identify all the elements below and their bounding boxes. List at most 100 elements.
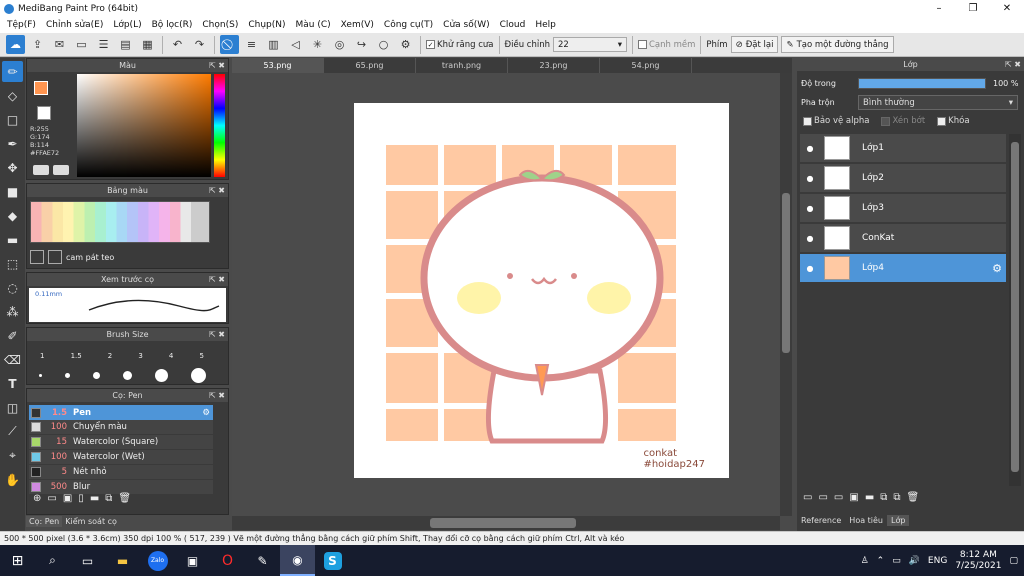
new-palette-icon[interactable] bbox=[30, 250, 44, 264]
move-tool-icon[interactable]: ✥ bbox=[2, 157, 23, 178]
menu-file[interactable]: Tệp(F) bbox=[2, 20, 41, 30]
vertical-scrollbar[interactable] bbox=[780, 73, 792, 516]
file-tab[interactable]: 65.png bbox=[324, 58, 416, 73]
clock-time[interactable]: 8:12 AM bbox=[955, 550, 1001, 561]
reference-tab[interactable]: Reference bbox=[797, 515, 845, 526]
size-option[interactable]: 4 bbox=[169, 352, 173, 360]
merge-layer-icon[interactable]: ⧉ bbox=[880, 492, 887, 503]
magic-wand-tool-icon[interactable]: ⁂ bbox=[2, 301, 23, 322]
lock-checkbox[interactable]: Khóa bbox=[937, 116, 970, 126]
size-option[interactable]: 5 bbox=[199, 352, 203, 360]
duplicate-brush-icon[interactable]: ⧉ bbox=[105, 493, 112, 504]
menu-cloud[interactable]: Cloud bbox=[495, 20, 531, 30]
file-explorer-icon[interactable]: ▬ bbox=[105, 545, 140, 576]
windows-start-icon[interactable]: ⊞ bbox=[0, 545, 35, 576]
cloud-icon[interactable]: ☁ bbox=[6, 35, 25, 54]
brush-control-tab[interactable]: Kiểm soát cọ bbox=[62, 516, 120, 527]
snap-circle-icon[interactable]: ◎ bbox=[330, 35, 349, 54]
delete-palette-icon[interactable] bbox=[48, 250, 62, 264]
layer-row[interactable]: ● Lớp1 bbox=[800, 134, 1006, 163]
swatch-pick-button[interactable] bbox=[53, 165, 69, 175]
horizontal-scrollbar[interactable] bbox=[232, 516, 780, 530]
task-view-icon[interactable]: ▭ bbox=[70, 545, 105, 576]
navigator-tab[interactable]: Hoa tiêu bbox=[845, 515, 887, 526]
rectangle-tool-icon[interactable]: □ bbox=[2, 109, 23, 130]
notification-icon[interactable]: ▢ bbox=[1009, 556, 1018, 566]
panel-controls-icon[interactable]: ⇱ ✖ bbox=[209, 273, 225, 286]
new-layer-8bit-icon[interactable]: ▭ bbox=[818, 492, 827, 503]
menu-view[interactable]: Xem(V) bbox=[336, 20, 379, 30]
file-tab[interactable]: 53.png bbox=[232, 58, 324, 73]
divide-tool-icon[interactable]: ◫ bbox=[2, 397, 23, 418]
store-icon[interactable]: ▣ bbox=[175, 545, 210, 576]
brush-item[interactable]: 100 Watercolor (Wet) bbox=[29, 450, 213, 465]
visibility-icon[interactable]: ● bbox=[800, 204, 820, 213]
trash-icon[interactable]: 🗑 bbox=[907, 492, 920, 503]
blend-select[interactable]: Bình thường ▾ bbox=[858, 95, 1018, 110]
fill-shape-tool-icon[interactable]: ■ bbox=[2, 181, 23, 202]
primary-color-swatch[interactable] bbox=[34, 81, 48, 95]
opacity-slider[interactable] bbox=[858, 78, 986, 89]
clip-checkbox[interactable]: Xén bớt bbox=[881, 116, 925, 126]
size-dot[interactable] bbox=[64, 373, 70, 378]
menu-color[interactable]: Màu (C) bbox=[291, 20, 336, 30]
hand-tool-icon[interactable]: ✋ bbox=[2, 469, 23, 490]
panel-controls-icon[interactable]: ⇱ ✖ bbox=[209, 184, 225, 197]
clock-date[interactable]: 7/25/2021 bbox=[955, 561, 1001, 572]
bucket-tool-icon[interactable]: ◆ bbox=[2, 205, 23, 226]
gear-icon[interactable]: ⚙ bbox=[202, 408, 210, 418]
eraser-tool-icon[interactable]: ◇ bbox=[2, 85, 23, 106]
file-tab[interactable]: tranh.png bbox=[416, 58, 508, 73]
opera-icon[interactable]: O bbox=[210, 545, 245, 576]
file-tab[interactable]: 54.png bbox=[600, 58, 692, 73]
layers-tab[interactable]: Lớp bbox=[887, 515, 910, 526]
share-icon[interactable]: ⇪ bbox=[28, 35, 47, 54]
lasso-tool-icon[interactable]: ◌ bbox=[2, 277, 23, 298]
trash-icon[interactable]: 🗑 bbox=[118, 493, 131, 504]
select-pen-tool-icon[interactable]: ✐ bbox=[2, 325, 23, 346]
brush-tool-icon[interactable]: ✏ bbox=[2, 61, 23, 82]
panel-controls-icon[interactable]: ⇱ ✖ bbox=[209, 59, 225, 72]
canvas-area[interactable]: conkat #hoidap247 bbox=[232, 73, 792, 516]
menu-edit[interactable]: Chỉnh sửa(E) bbox=[41, 20, 108, 30]
skype-icon[interactable]: S bbox=[315, 545, 350, 576]
color-field[interactable] bbox=[77, 74, 211, 177]
redo-icon[interactable]: ↷ bbox=[190, 35, 209, 54]
new-layer-1bit-icon[interactable]: ▭ bbox=[834, 492, 843, 503]
paint-brush-app-icon[interactable]: ✎ bbox=[245, 545, 280, 576]
menu-help[interactable]: Help bbox=[530, 20, 561, 30]
swatch-add-button[interactable] bbox=[33, 165, 49, 175]
menu-filter[interactable]: Bộ lọc(R) bbox=[147, 20, 198, 30]
brush-tab[interactable]: Cọ: Pen bbox=[26, 516, 63, 527]
snap-ellipse-icon[interactable]: ○ bbox=[374, 35, 393, 54]
undo-icon[interactable]: ↶ bbox=[168, 35, 187, 54]
eyedropper-tool-icon[interactable]: ⟋ bbox=[2, 421, 23, 442]
menu-snap[interactable]: Chụp(N) bbox=[243, 20, 290, 30]
size-option[interactable]: 2 bbox=[108, 352, 112, 360]
size-dot[interactable] bbox=[122, 371, 132, 380]
new-line-button[interactable]: ✎ Tạo một đường thẳng bbox=[781, 36, 894, 53]
snap-off-icon[interactable]: ⃠ bbox=[220, 35, 239, 54]
folder-icon[interactable]: ▬ bbox=[865, 492, 874, 503]
maximize-button[interactable]: ❐ bbox=[956, 0, 990, 17]
people-icon[interactable]: ♙ bbox=[861, 556, 869, 566]
layer-row[interactable]: ● Lớp3 bbox=[800, 194, 1006, 223]
add-brush-icon[interactable]: ⊕ bbox=[33, 493, 41, 504]
pen-tool-icon[interactable]: ✒ bbox=[2, 133, 23, 154]
menu-select[interactable]: Chọn(S) bbox=[197, 20, 243, 30]
visibility-icon[interactable]: ● bbox=[800, 234, 820, 243]
size-dot[interactable] bbox=[38, 374, 42, 377]
layer-row[interactable]: ● ConKat bbox=[800, 224, 1006, 253]
brush-item[interactable]: 5 Nét nhỏ bbox=[29, 465, 213, 480]
brush-item-selected[interactable]: 1.5 Pen ⚙ bbox=[29, 405, 213, 420]
secondary-color-swatch[interactable] bbox=[37, 106, 51, 120]
size-option[interactable]: 3 bbox=[138, 352, 142, 360]
snap-perspective-icon[interactable]: ◁ bbox=[286, 35, 305, 54]
language-indicator[interactable]: ENG bbox=[928, 556, 947, 566]
page-icon[interactable]: ▭ bbox=[72, 35, 91, 54]
brush-menu-icon[interactable]: ▣ bbox=[63, 493, 72, 504]
menu-layer[interactable]: Lớp(L) bbox=[108, 20, 146, 30]
grid-icon[interactable]: ▦ bbox=[138, 35, 157, 54]
panel-controls-icon[interactable]: ⇱ ✖ bbox=[1005, 58, 1021, 71]
snap-grid-icon[interactable]: ▥ bbox=[264, 35, 283, 54]
